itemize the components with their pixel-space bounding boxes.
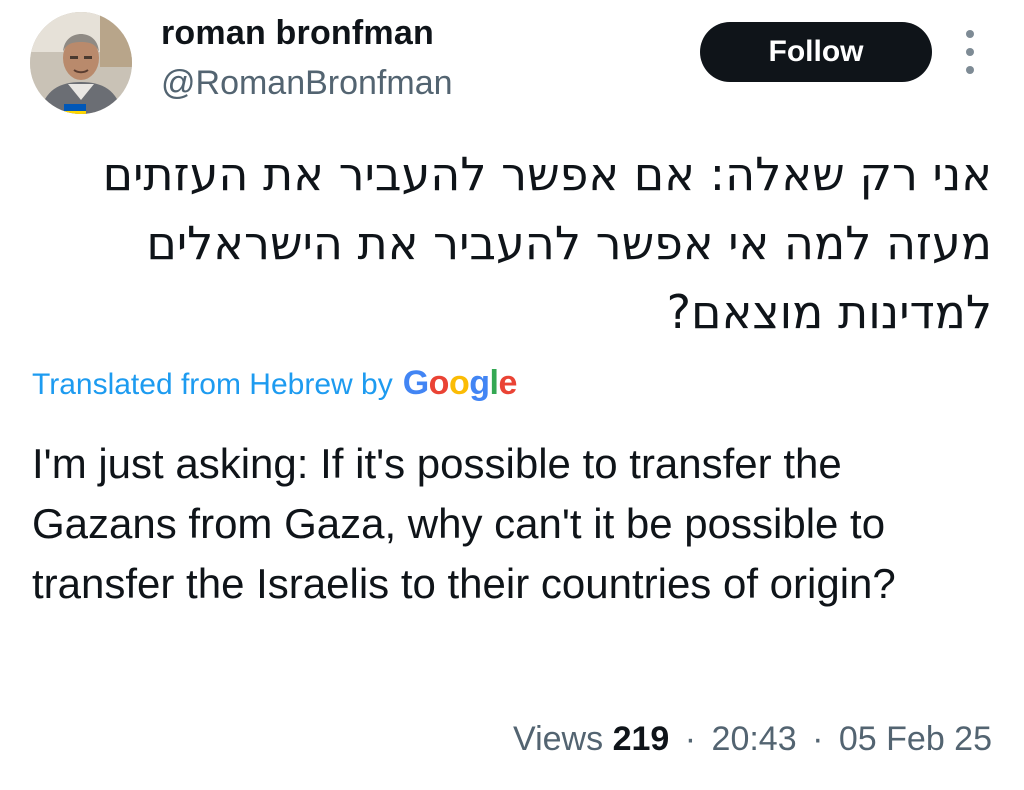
tweet-text-original: אני רק שאלה: אם אפשר להעביר את העזתים מע… xyxy=(102,147,992,339)
more-dot xyxy=(966,66,974,74)
views-label: Views xyxy=(513,720,604,758)
follow-button[interactable]: Follow xyxy=(700,22,932,82)
more-dot xyxy=(966,30,974,38)
google-logo: Google xyxy=(402,364,518,402)
tweet-date[interactable]: 05 Feb 25 xyxy=(839,720,992,758)
tweet-card: roman bronfman @RomanBronfman Follow אני… xyxy=(0,0,1024,790)
translated-from-label[interactable]: Translated from Hebrew by xyxy=(32,368,393,402)
tweet-text-translation: I'm just asking: If it's possible to tra… xyxy=(32,440,896,607)
author-handle[interactable]: @RomanBronfman xyxy=(161,64,453,103)
tweet-meta: Views 219 · 20:43 · 05 Feb 25 xyxy=(513,720,992,759)
translation-attribution[interactable]: Translated from Hebrew by Google xyxy=(32,364,517,403)
more-dot xyxy=(966,48,974,56)
views-count: 219 xyxy=(612,720,670,758)
meta-separator: · xyxy=(684,720,697,758)
author-name[interactable]: roman bronfman xyxy=(161,14,434,53)
tweet-time[interactable]: 20:43 xyxy=(712,720,797,758)
more-vertical-icon[interactable] xyxy=(958,30,982,74)
avatar-photo xyxy=(30,12,132,114)
avatar[interactable] xyxy=(30,12,132,114)
meta-separator: · xyxy=(812,720,824,758)
